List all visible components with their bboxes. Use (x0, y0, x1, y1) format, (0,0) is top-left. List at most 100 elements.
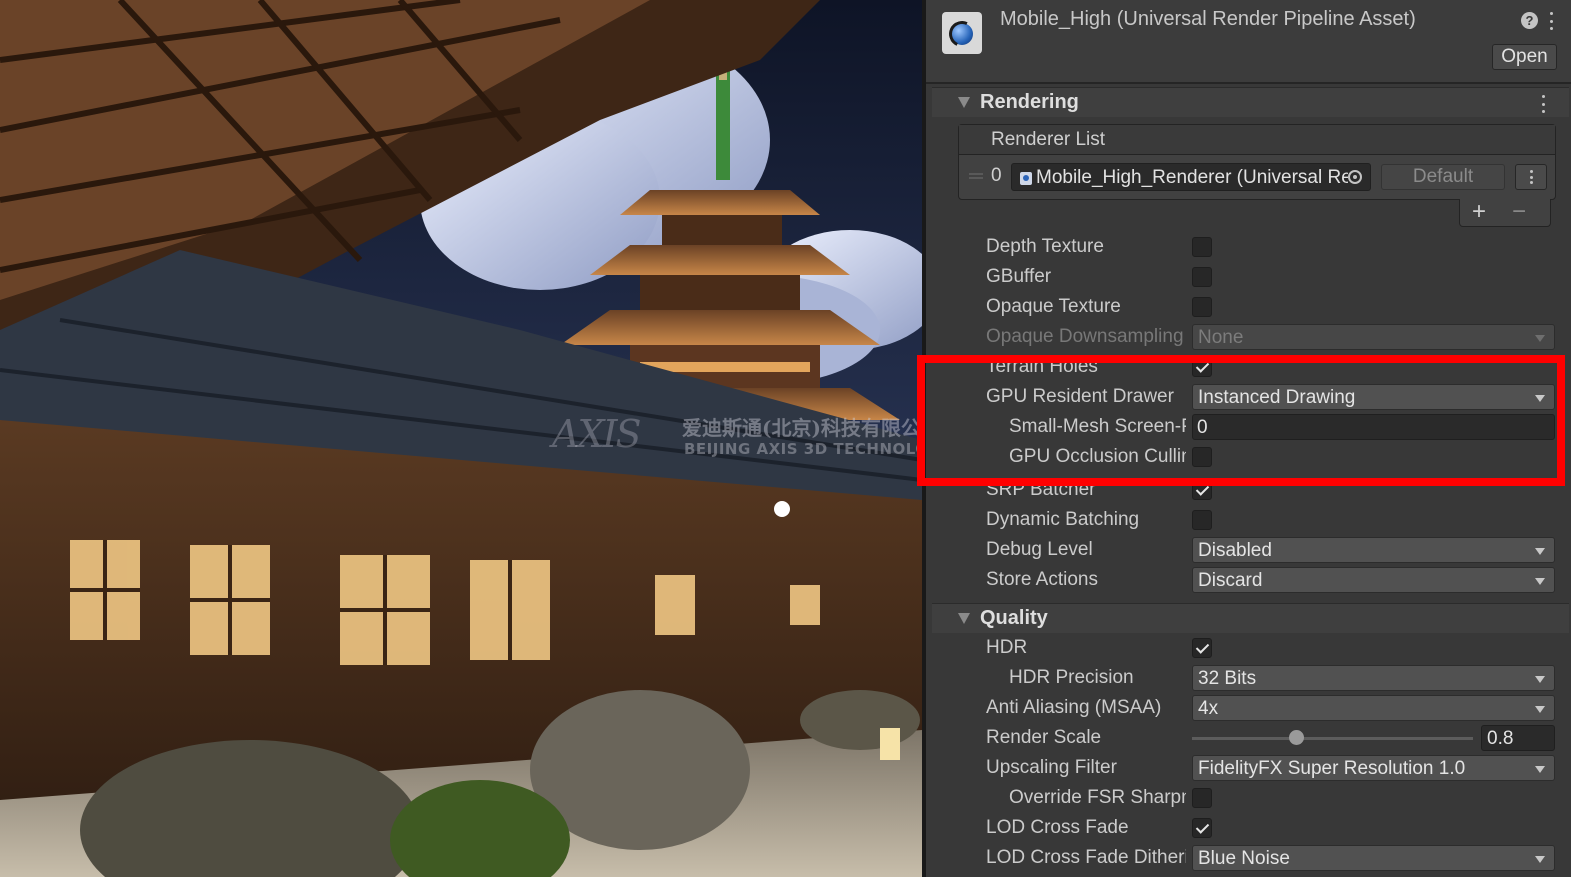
scene-render (0, 0, 922, 877)
small-mesh-input[interactable]: 0 (1192, 414, 1555, 440)
srp-batcher-label: SRP Batcher (986, 479, 1096, 500)
opaque-downsampling-dropdown: None (1192, 324, 1555, 350)
small-mesh-label: Small-Mesh Screen-Percentage (1009, 416, 1186, 437)
gbuffer-checkbox[interactable] (1192, 267, 1212, 287)
urp-asset-icon (942, 12, 982, 54)
render-scale-label: Render Scale (986, 727, 1102, 748)
override-fsr-checkbox[interactable] (1192, 788, 1212, 808)
row-upscaling-filter: Upscaling Filter FidelityFX Super Resolu… (926, 753, 1571, 783)
upscaling-filter-dropdown[interactable]: FidelityFX Super Resolution 1.0 (1192, 755, 1555, 781)
row-lod-cross-fade: LOD Cross Fade (926, 813, 1571, 843)
renderer-list-header: Renderer List (959, 125, 1555, 155)
gpu-resident-drawer-value: Instanced Drawing (1198, 387, 1356, 408)
row-anti-aliasing: Anti Aliasing (MSAA) 4x (926, 693, 1571, 723)
dropdown-arrow-icon (1535, 335, 1545, 342)
object-picker-icon[interactable] (1348, 170, 1362, 184)
drag-handle-icon[interactable] (969, 173, 983, 179)
hdr-precision-dropdown[interactable]: 32 Bits (1192, 665, 1555, 691)
dynamic-batching-label: Dynamic Batching (986, 509, 1140, 530)
store-actions-label: Store Actions (986, 569, 1098, 590)
scene-viewport[interactable]: AXIS 爱迪斯通(北京)科技有限公司 BEIJING AXIS 3D TECH… (0, 0, 922, 877)
section-menu-icon[interactable] (1540, 95, 1546, 113)
foldout-arrow-icon[interactable] (958, 97, 970, 108)
renderer-more-icon (1528, 170, 1534, 184)
dropdown-arrow-icon (1535, 766, 1545, 773)
add-renderer-button[interactable]: + (1472, 198, 1486, 226)
row-gpu-occlusion: GPU Occlusion Culling (926, 442, 1571, 472)
asset-title: Mobile_High (Universal Render Pipeline A… (1000, 8, 1416, 30)
row-small-mesh: Small-Mesh Screen-Percentage 0 (926, 412, 1571, 442)
renderer-object-field[interactable]: Mobile_High_Renderer (Universal Re (1011, 163, 1371, 191)
lod-dither-label: LOD Cross Fade Dithering (986, 847, 1186, 868)
store-actions-dropdown[interactable]: Discard (1192, 567, 1555, 593)
row-hdr: HDR (926, 633, 1571, 663)
row-gpu-resident-drawer: GPU Resident Drawer Instanced Drawing (926, 382, 1571, 412)
row-render-scale: Render Scale 0.8 (926, 723, 1571, 753)
opaque-downsampling-value: None (1198, 327, 1244, 348)
help-icon[interactable]: ? (1521, 12, 1538, 29)
hdr-label: HDR (986, 637, 1028, 658)
anti-aliasing-label: Anti Aliasing (MSAA) (986, 697, 1162, 718)
remove-renderer-button[interactable]: − (1512, 198, 1526, 226)
hdr-precision-value: 32 Bits (1198, 668, 1257, 689)
dropdown-arrow-icon (1535, 548, 1545, 555)
row-depth-texture: Depth Texture (926, 232, 1571, 262)
renderer-list: Renderer List 0 Mobile_High_Renderer (Un… (958, 124, 1556, 200)
hdr-precision-label: HDR Precision (1009, 667, 1134, 688)
list-add-remove: + − (1459, 198, 1551, 227)
opaque-downsampling-label: Opaque Downsampling (986, 326, 1184, 347)
header-more-icon[interactable] (1548, 12, 1554, 30)
renderer-asset-icon (1020, 172, 1032, 185)
section-rendering-label: Rendering (980, 91, 1079, 113)
override-fsr-label: Override FSR Sharpness (1009, 787, 1186, 808)
terrain-holes-checkbox[interactable] (1192, 357, 1212, 377)
gbuffer-label: GBuffer (986, 266, 1052, 287)
row-gbuffer: GBuffer (926, 262, 1571, 292)
depth-texture-checkbox[interactable] (1192, 237, 1212, 257)
opaque-texture-checkbox[interactable] (1192, 297, 1212, 317)
dropdown-arrow-icon (1535, 578, 1545, 585)
foldout-arrow-icon[interactable] (958, 613, 970, 624)
dynamic-batching-checkbox[interactable] (1192, 510, 1212, 530)
gpu-resident-drawer-label: GPU Resident Drawer (986, 386, 1174, 407)
anti-aliasing-dropdown[interactable]: 4x (1192, 695, 1555, 721)
row-dynamic-batching: Dynamic Batching (926, 505, 1571, 535)
debug-level-value: Disabled (1198, 540, 1272, 561)
open-button[interactable]: Open (1492, 44, 1557, 70)
row-opaque-texture: Opaque Texture (926, 292, 1571, 322)
renderer-index: 0 (991, 165, 1002, 186)
row-override-fsr: Override FSR Sharpness (926, 783, 1571, 813)
dropdown-arrow-icon (1535, 706, 1545, 713)
row-lod-dither: LOD Cross Fade Dithering Blue Noise (926, 843, 1571, 873)
render-scale-slider-handle[interactable] (1288, 730, 1304, 745)
inspector-header: Mobile_High (Universal Render Pipeline A… (926, 0, 1571, 84)
terrain-holes-label: Terrain Holes (986, 356, 1098, 377)
row-debug-level: Debug Level Disabled (926, 535, 1571, 565)
anti-aliasing-value: 4x (1198, 698, 1219, 719)
section-quality[interactable]: Quality (932, 603, 1569, 633)
renderer-more-button[interactable] (1515, 164, 1547, 190)
render-scale-value: 0.8 (1487, 728, 1514, 749)
gpu-occlusion-checkbox[interactable] (1192, 447, 1212, 467)
row-hdr-precision: HDR Precision 32 Bits (926, 663, 1571, 693)
render-scale-input[interactable]: 0.8 (1481, 725, 1555, 751)
hdr-checkbox[interactable] (1192, 638, 1212, 658)
section-rendering[interactable]: Rendering (932, 87, 1569, 117)
opaque-texture-label: Opaque Texture (986, 296, 1121, 317)
renderer-list-label: Renderer List (991, 129, 1106, 150)
render-scale-slider[interactable] (1192, 737, 1473, 740)
gpu-resident-drawer-dropdown[interactable]: Instanced Drawing (1192, 384, 1555, 410)
dropdown-arrow-icon (1535, 856, 1545, 863)
store-actions-value: Discard (1198, 570, 1263, 591)
set-default-button[interactable]: Default (1381, 164, 1505, 190)
srp-batcher-checkbox[interactable] (1192, 480, 1212, 500)
debug-level-dropdown[interactable]: Disabled (1192, 537, 1555, 563)
row-srp-batcher: SRP Batcher (926, 475, 1571, 505)
inspector-panel: Mobile_High (Universal Render Pipeline A… (922, 0, 1571, 877)
lod-cross-fade-checkbox[interactable] (1192, 818, 1212, 838)
dropdown-arrow-icon (1535, 395, 1545, 402)
lod-dither-value: Blue Noise (1198, 848, 1290, 869)
dropdown-arrow-icon (1535, 676, 1545, 683)
upscaling-filter-label: Upscaling Filter (986, 757, 1117, 778)
lod-dither-dropdown[interactable]: Blue Noise (1192, 845, 1555, 871)
